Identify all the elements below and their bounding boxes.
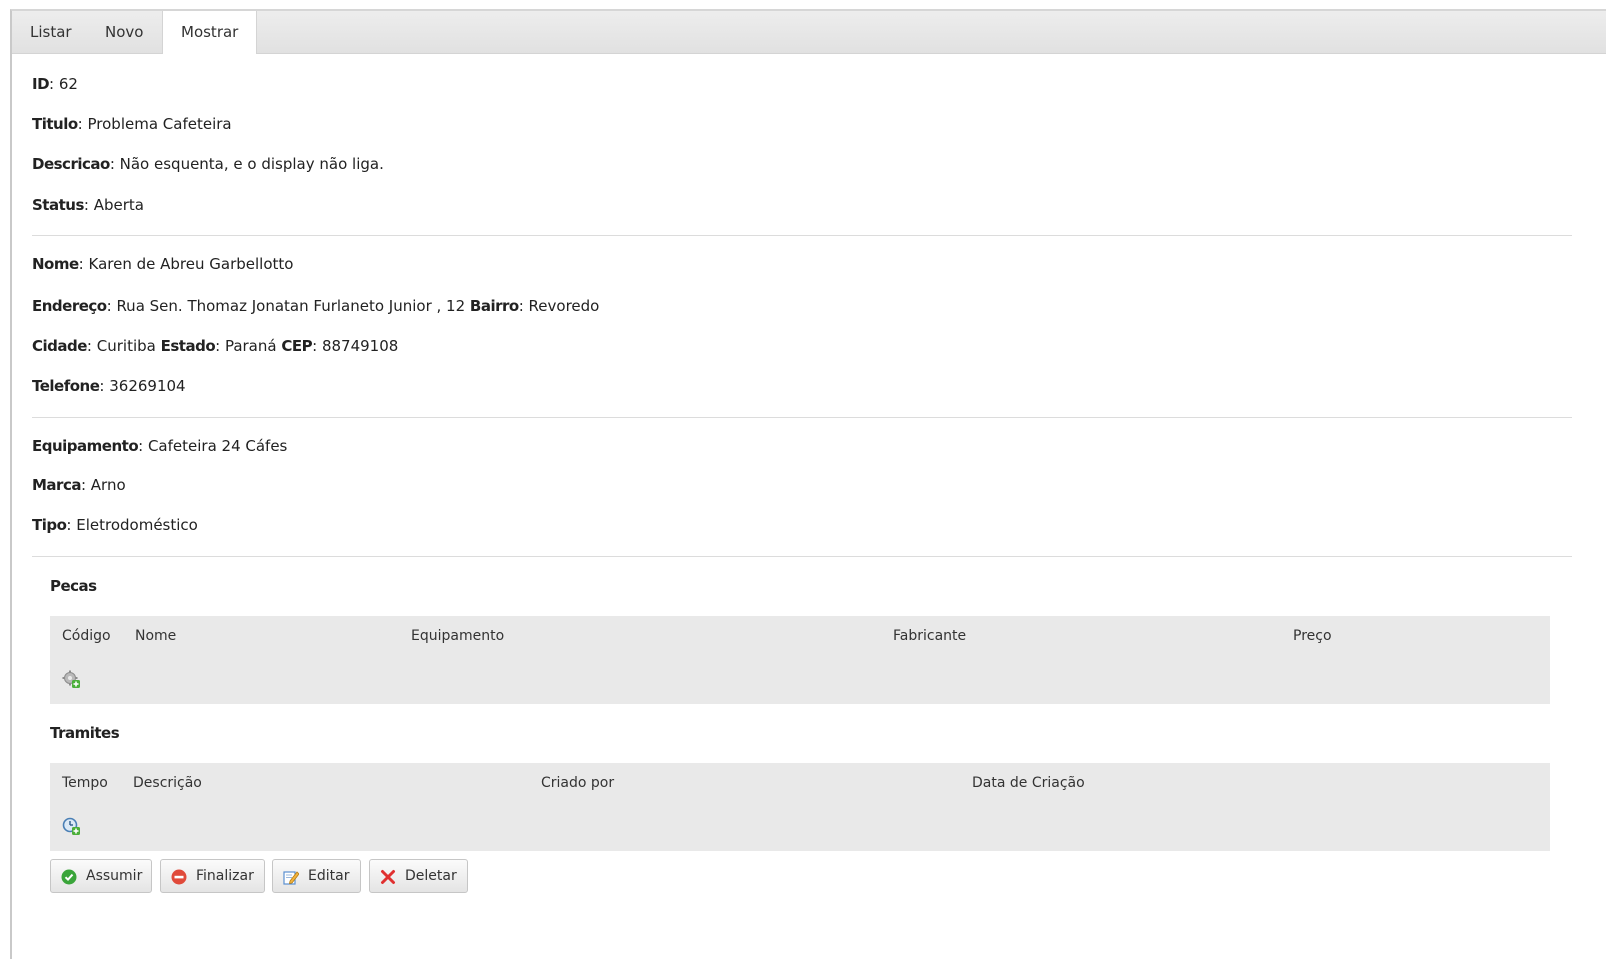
telefone-value: 36269104 bbox=[109, 377, 186, 395]
field-status: Status: Aberta bbox=[32, 196, 144, 214]
pecas-title: Pecas bbox=[50, 577, 97, 595]
divider bbox=[32, 235, 1572, 236]
finalizar-button[interactable]: Finalizar bbox=[160, 859, 265, 893]
descricao-value: Não esquenta, e o display não liga. bbox=[119, 155, 384, 173]
bairro-value: Revoredo bbox=[528, 297, 600, 315]
id-value: 62 bbox=[58, 75, 78, 93]
cidade-label: Cidade bbox=[32, 337, 87, 355]
app-window: Listar Novo Mostrar ID: 62 Titulo: Probl… bbox=[10, 9, 1606, 959]
tab-listar[interactable]: Listar bbox=[30, 11, 72, 53]
pecas-col-codigo[interactable]: Código bbox=[62, 628, 111, 644]
tipo-value: Eletrodoméstico bbox=[76, 516, 198, 534]
gear-add-icon[interactable] bbox=[62, 670, 80, 688]
editar-label: Editar bbox=[308, 868, 350, 884]
bairro-label: Bairro bbox=[469, 297, 519, 315]
tramites-col-tempo[interactable]: Tempo bbox=[62, 775, 108, 791]
deletar-button[interactable]: Deletar bbox=[369, 859, 468, 893]
estado-label: Estado bbox=[160, 337, 216, 355]
field-telefone: Telefone: 36269104 bbox=[32, 377, 186, 395]
divider bbox=[32, 417, 1572, 418]
descricao-label: Descricao bbox=[32, 155, 110, 173]
cidade-value: Curitiba bbox=[96, 337, 156, 355]
check-circle-icon bbox=[61, 869, 77, 885]
field-equipamento: Equipamento: Cafeteira 24 Cáfes bbox=[32, 437, 288, 455]
telefone-label: Telefone bbox=[32, 377, 100, 395]
deletar-label: Deletar bbox=[405, 868, 457, 884]
tramites-col-criado-por[interactable]: Criado por bbox=[541, 775, 614, 791]
equipamento-value: Cafeteira 24 Cáfes bbox=[147, 437, 288, 455]
editar-button[interactable]: Editar bbox=[272, 859, 361, 893]
tab-novo[interactable]: Novo bbox=[105, 11, 143, 53]
pecas-col-fabricante[interactable]: Fabricante bbox=[893, 628, 966, 644]
edit-icon bbox=[283, 871, 299, 885]
endereco-value: Rua Sen. Thomaz Jonatan Furlaneto Junior… bbox=[116, 297, 466, 315]
status-value: Aberta bbox=[93, 196, 144, 214]
tramites-grid: Tempo Descrição Criado por Data de Criaç… bbox=[50, 763, 1550, 851]
assumir-button[interactable]: Assumir bbox=[50, 859, 152, 893]
titulo-value: Problema Cafeteira bbox=[87, 115, 232, 133]
endereco-label: Endereço bbox=[32, 297, 107, 315]
marca-label: Marca bbox=[32, 476, 81, 494]
nome-value: Karen de Abreu Garbellotto bbox=[88, 255, 294, 273]
estado-value: Paraná bbox=[224, 337, 277, 355]
field-id: ID: 62 bbox=[32, 75, 78, 93]
clock-add-icon[interactable] bbox=[62, 817, 80, 835]
divider bbox=[32, 556, 1572, 557]
status-label: Status bbox=[32, 196, 84, 214]
tramites-col-descricao[interactable]: Descrição bbox=[133, 775, 202, 791]
cep-label: CEP bbox=[281, 337, 313, 355]
pecas-col-equipamento[interactable]: Equipamento bbox=[411, 628, 504, 644]
field-cidade: Cidade: Curitiba Estado: Paraná CEP: 887… bbox=[32, 337, 399, 355]
field-nome: Nome: Karen de Abreu Garbellotto bbox=[32, 255, 294, 273]
id-label: ID bbox=[32, 75, 50, 93]
finalizar-label: Finalizar bbox=[196, 868, 254, 884]
x-icon bbox=[381, 870, 395, 884]
tramites-title: Tramites bbox=[50, 724, 120, 742]
tramites-col-data-criacao[interactable]: Data de Criação bbox=[972, 775, 1085, 791]
field-tipo: Tipo: Eletrodoméstico bbox=[32, 516, 198, 534]
field-endereco: Endereço: Rua Sen. Thomaz Jonatan Furlan… bbox=[32, 297, 600, 315]
cep-value: 88749108 bbox=[321, 337, 399, 355]
nome-label: Nome bbox=[32, 255, 79, 273]
field-descricao: Descricao: Não esquenta, e o display não… bbox=[32, 155, 384, 173]
assumir-label: Assumir bbox=[86, 868, 143, 884]
minus-circle-icon bbox=[171, 869, 187, 885]
tab-mostrar[interactable]: Mostrar bbox=[162, 11, 258, 54]
pecas-col-nome[interactable]: Nome bbox=[135, 628, 176, 644]
field-titulo: Titulo: Problema Cafeteira bbox=[32, 115, 232, 133]
tipo-label: Tipo bbox=[32, 516, 67, 534]
titulo-label: Titulo bbox=[32, 115, 78, 133]
pecas-grid: Código Nome Equipamento Fabricante Preço bbox=[50, 616, 1550, 704]
field-marca: Marca: Arno bbox=[32, 476, 126, 494]
tab-bar: Listar Novo Mostrar bbox=[12, 11, 1606, 54]
pecas-col-preco[interactable]: Preço bbox=[1293, 628, 1332, 644]
equipamento-label: Equipamento bbox=[32, 437, 139, 455]
marca-value: Arno bbox=[90, 476, 126, 494]
